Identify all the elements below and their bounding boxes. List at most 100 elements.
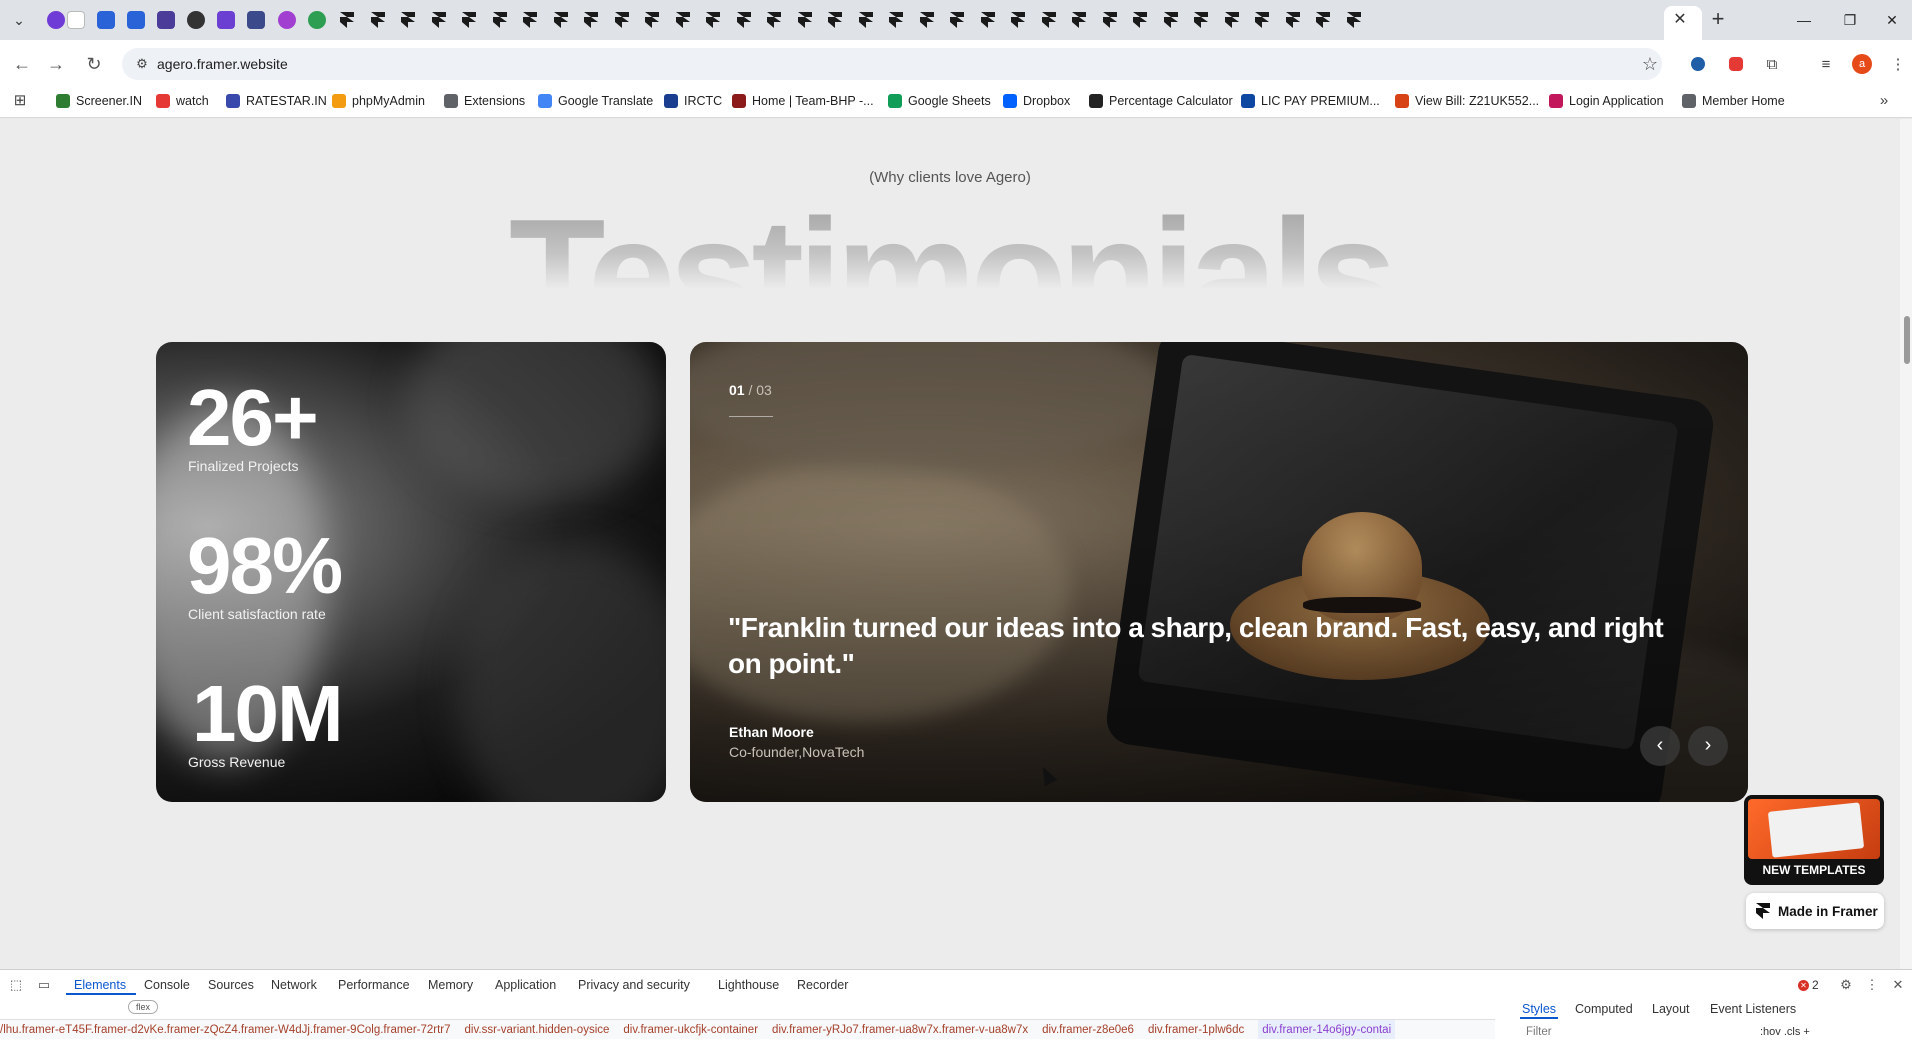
framer-tab-favicon-icon[interactable] bbox=[1251, 9, 1273, 31]
styles-pane-tab[interactable]: Computed bbox=[1575, 999, 1633, 1019]
next-slide-button[interactable]: › bbox=[1688, 726, 1728, 766]
bookmark-star-icon[interactable]: ☆ bbox=[1638, 52, 1662, 76]
new-templates-promo[interactable]: NEW TEMPLATES bbox=[1744, 795, 1884, 885]
back-arrow-icon[interactable]: ← bbox=[8, 50, 36, 78]
styles-pane-tab[interactable]: Event Listeners bbox=[1710, 999, 1796, 1019]
tab-favicon-pink[interactable] bbox=[276, 9, 298, 31]
devtools-tab[interactable]: Console bbox=[144, 975, 190, 995]
framer-tab-favicon-icon[interactable] bbox=[519, 9, 541, 31]
framer-tab-favicon-icon[interactable] bbox=[641, 9, 663, 31]
extension-icon[interactable] bbox=[1688, 54, 1708, 74]
bookmark-item[interactable]: Dropbox bbox=[1003, 90, 1070, 112]
profile-avatar[interactable]: a bbox=[1852, 54, 1872, 74]
url-text[interactable]: agero.framer.website bbox=[157, 54, 288, 74]
close-window-icon[interactable]: ✕ bbox=[1872, 8, 1912, 32]
bookmark-item[interactable]: watch bbox=[156, 90, 209, 112]
framer-tab-favicon-icon[interactable] bbox=[580, 9, 602, 31]
address-bar[interactable] bbox=[122, 48, 1662, 80]
styles-toolbar[interactable]: :hov .cls + bbox=[1760, 1026, 1810, 1038]
devtools-tab[interactable]: Memory bbox=[428, 975, 473, 995]
framer-tab-favicon-icon[interactable] bbox=[458, 9, 480, 31]
dom-breadcrumb-item[interactable]: div.framer-z8e0e6 bbox=[1042, 1020, 1134, 1039]
more-bookmarks-chevron-icon[interactable]: » bbox=[1874, 90, 1894, 110]
media-control-icon[interactable]: ≡ bbox=[1816, 54, 1836, 74]
reload-icon[interactable]: ↻ bbox=[80, 50, 108, 78]
devtools-tab[interactable]: Network bbox=[271, 975, 317, 995]
framer-tab-favicon-icon[interactable] bbox=[1007, 9, 1029, 31]
bookmark-item[interactable]: Percentage Calculator bbox=[1089, 90, 1233, 112]
previous-slide-button[interactable]: ‹ bbox=[1640, 726, 1680, 766]
bookmark-item[interactable]: Home | Team-BHP -... bbox=[732, 90, 874, 112]
scrollbar-thumb[interactable] bbox=[1904, 316, 1910, 364]
framer-tab-favicon-icon[interactable] bbox=[1190, 9, 1212, 31]
framer-tab-favicon-icon[interactable] bbox=[702, 9, 724, 31]
framer-tab-favicon-icon[interactable] bbox=[1099, 9, 1121, 31]
forward-arrow-icon[interactable]: → bbox=[42, 50, 70, 78]
devtools-tab[interactable]: Lighthouse bbox=[718, 975, 779, 995]
devtools-tab[interactable]: Privacy and security bbox=[578, 975, 690, 995]
restore-window-icon[interactable]: ❐ bbox=[1830, 8, 1870, 32]
framer-tab-favicon-icon[interactable] bbox=[367, 9, 389, 31]
framer-tab-favicon-icon[interactable] bbox=[1068, 9, 1090, 31]
framer-tab-favicon-icon[interactable] bbox=[336, 9, 358, 31]
bookmark-item[interactable]: LIC PAY PREMIUM... bbox=[1241, 90, 1380, 112]
flex-badge[interactable]: flex bbox=[128, 1000, 158, 1014]
tab-favicon-blue-w-2[interactable] bbox=[125, 9, 147, 31]
framer-tab-favicon-icon[interactable] bbox=[672, 9, 694, 31]
tab-favicon-violet[interactable] bbox=[215, 9, 237, 31]
dom-breadcrumb-item[interactable]: div.framer-ukcfjk-container bbox=[623, 1020, 758, 1039]
inspect-element-icon[interactable]: ⬚ bbox=[6, 975, 26, 995]
tab-search-chevron-icon[interactable]: ⌄ bbox=[8, 10, 30, 30]
error-counter[interactable]: ✕ 2 bbox=[1798, 975, 1819, 995]
devtools-tab[interactable]: Sources bbox=[208, 975, 254, 995]
bookmark-item[interactable]: Google Sheets bbox=[888, 90, 991, 112]
framer-tab-favicon-icon[interactable] bbox=[1282, 9, 1304, 31]
apps-grid-icon[interactable]: ⊞ bbox=[10, 90, 30, 110]
adblock-extension-icon[interactable] bbox=[1726, 54, 1746, 74]
devtools-close-icon[interactable]: ✕ bbox=[1888, 975, 1908, 995]
framer-tab-favicon-icon[interactable] bbox=[946, 9, 968, 31]
framer-tab-favicon-icon[interactable] bbox=[794, 9, 816, 31]
bookmark-item[interactable]: View Bill: Z21UK552... bbox=[1395, 90, 1539, 112]
close-tab-icon[interactable]: ✕ bbox=[1670, 10, 1690, 30]
framer-tab-favicon-icon[interactable] bbox=[824, 9, 846, 31]
bookmark-item[interactable]: Extensions bbox=[444, 90, 525, 112]
bookmark-item[interactable]: IRCTC bbox=[664, 90, 722, 112]
framer-tab-favicon-icon[interactable] bbox=[550, 9, 572, 31]
framer-tab-favicon-icon[interactable] bbox=[885, 9, 907, 31]
bookmark-item[interactable]: Screener.IN bbox=[56, 90, 142, 112]
framer-tab-favicon-icon[interactable] bbox=[1160, 9, 1182, 31]
framer-tab-favicon-icon[interactable] bbox=[1038, 9, 1060, 31]
bookmark-item[interactable]: RATESTAR.IN bbox=[226, 90, 327, 112]
devtools-settings-gear-icon[interactable]: ⚙ bbox=[1836, 975, 1856, 995]
dom-breadcrumb-item[interactable]: div.ssr-variant.hidden-oysice bbox=[465, 1020, 610, 1039]
tab-favicon-blue-w[interactable] bbox=[95, 9, 117, 31]
framer-tab-favicon-icon[interactable] bbox=[763, 9, 785, 31]
devtools-tab[interactable]: Elements bbox=[74, 975, 126, 995]
framer-tab-favicon-icon[interactable] bbox=[428, 9, 450, 31]
dom-breadcrumb-item[interactable]: div.framer-14o6jgy-contai bbox=[1258, 1020, 1396, 1039]
framer-tab-favicon-icon[interactable] bbox=[489, 9, 511, 31]
site-info-icon[interactable]: ⚙ bbox=[132, 54, 152, 74]
devtools-more-icon[interactable]: ⋮ bbox=[1862, 975, 1882, 995]
dom-breadcrumb-item[interactable]: /lhu.framer-eT45F.framer-d2vKe.framer-zQ… bbox=[0, 1020, 451, 1039]
browser-menu-icon[interactable]: ⋮ bbox=[1888, 54, 1908, 74]
framer-tab-favicon-icon[interactable] bbox=[977, 9, 999, 31]
framer-tab-favicon-icon[interactable] bbox=[1221, 9, 1243, 31]
new-tab-plus-icon[interactable]: + bbox=[1706, 8, 1730, 32]
framer-tab-favicon-icon[interactable] bbox=[855, 9, 877, 31]
framer-tab-favicon-icon[interactable] bbox=[1312, 9, 1334, 31]
framer-tab-favicon-icon[interactable] bbox=[611, 9, 633, 31]
page-scrollbar[interactable] bbox=[1900, 119, 1912, 969]
bookmark-item[interactable]: Login Application bbox=[1549, 90, 1664, 112]
framer-tab-favicon-icon[interactable] bbox=[1343, 9, 1365, 31]
devtools-tab[interactable]: Application bbox=[495, 975, 556, 995]
tab-favicon-indigo[interactable] bbox=[155, 9, 177, 31]
framer-tab-favicon-icon[interactable] bbox=[397, 9, 419, 31]
styles-pane-tab[interactable]: Layout bbox=[1652, 999, 1690, 1019]
devtools-tab[interactable]: Recorder bbox=[797, 975, 848, 995]
framer-tab-favicon-icon[interactable] bbox=[733, 9, 755, 31]
puzzle-extensions-icon[interactable]: ⧉ bbox=[1762, 54, 1782, 74]
framer-tab-favicon-icon[interactable] bbox=[1129, 9, 1151, 31]
made-in-framer-badge[interactable]: Made in Framer bbox=[1746, 893, 1884, 929]
